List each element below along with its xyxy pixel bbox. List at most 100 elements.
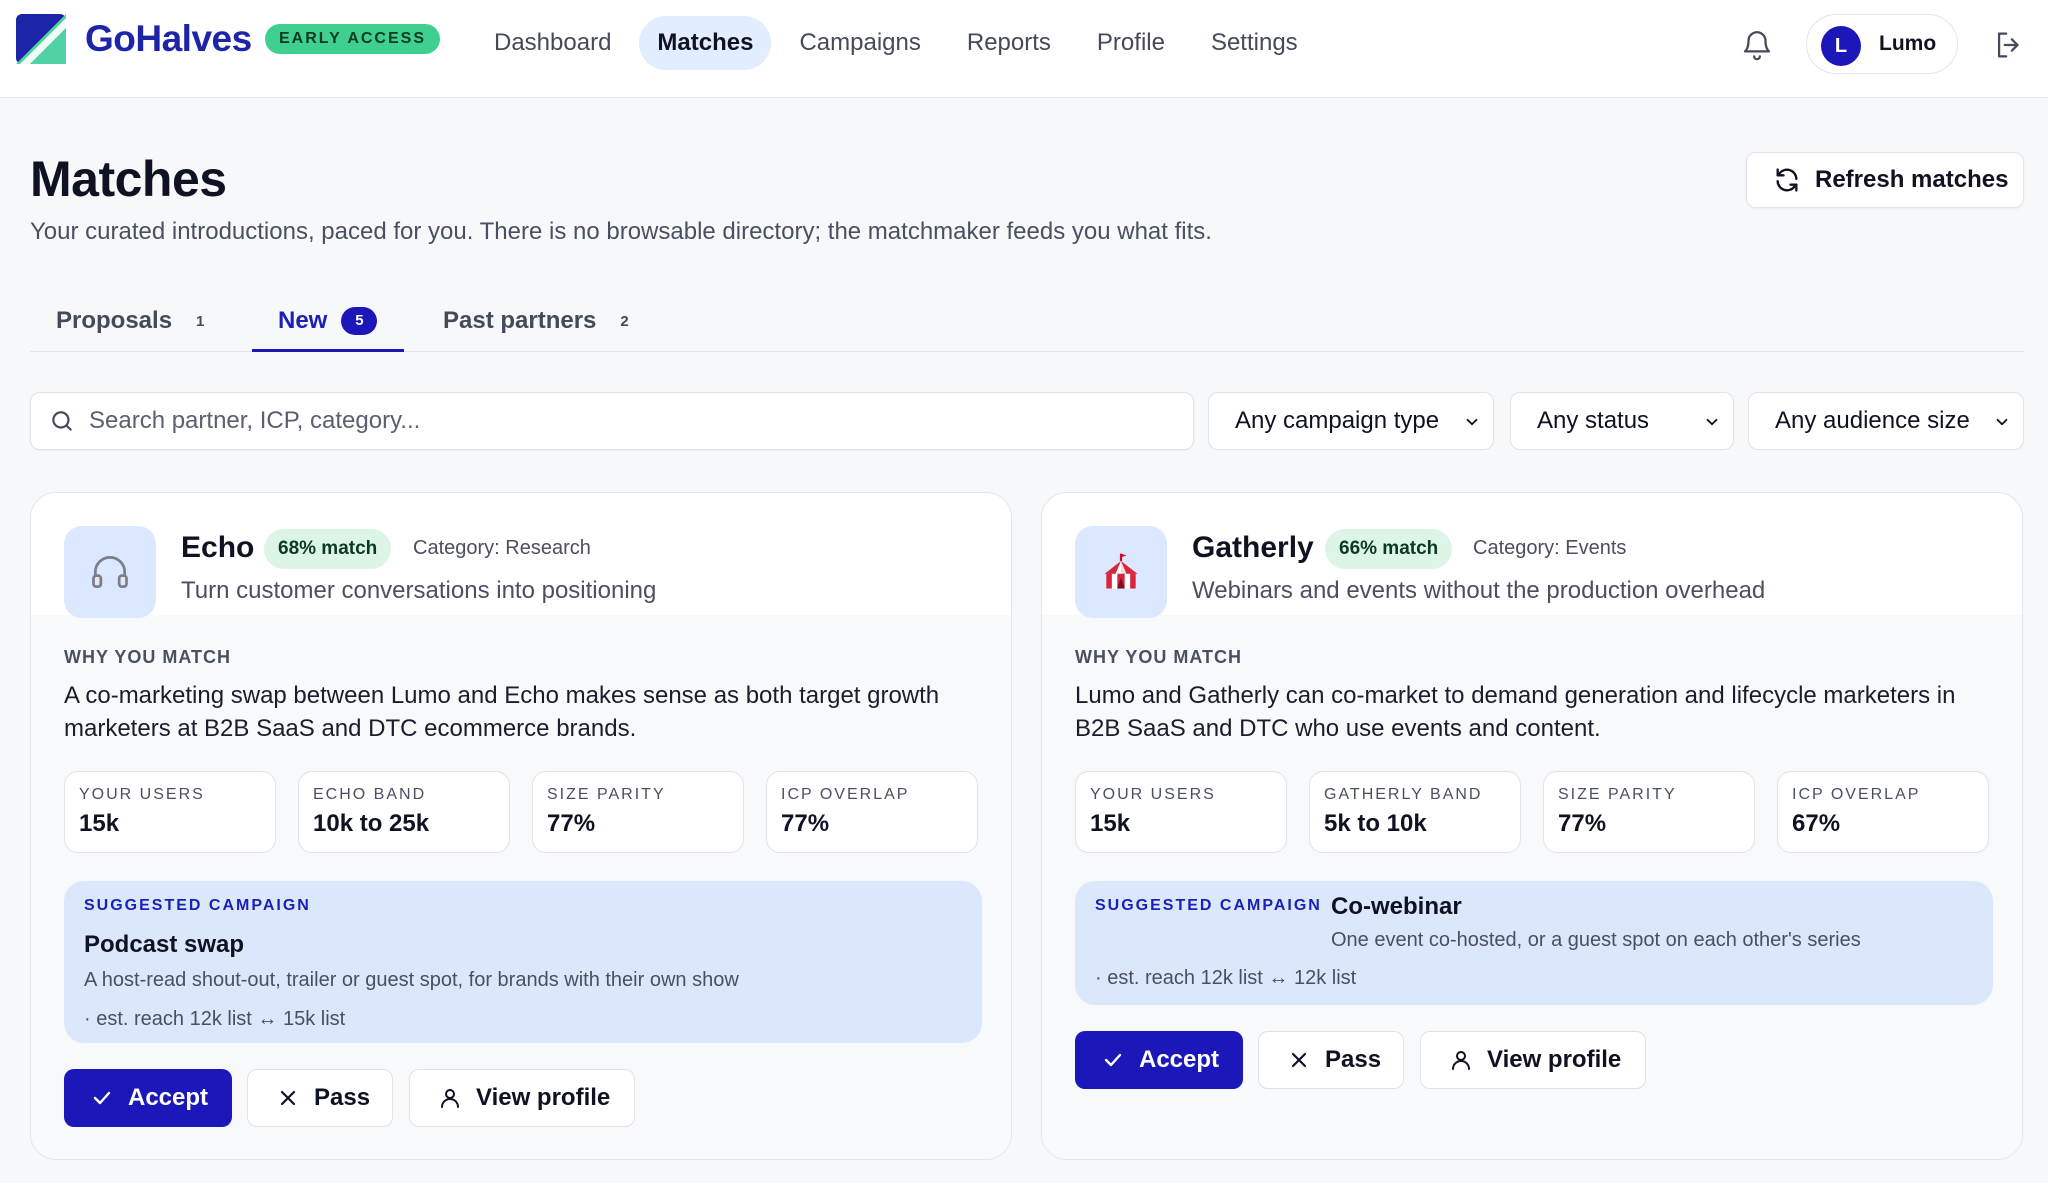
tab-past-partners[interactable]: Past partners 2 [443, 290, 629, 352]
why-text: A co-marketing swap between Lumo and Ech… [64, 682, 940, 742]
tab-count: 5 [341, 307, 378, 335]
chevron-down-icon [1466, 418, 1478, 426]
pass-button[interactable]: Pass [1258, 1031, 1404, 1089]
match-card-echo: Echo 68% match Category: Research Turn c… [30, 492, 1012, 1160]
nav-dashboard[interactable]: Dashboard [476, 16, 629, 70]
partner-category: Category: Research [413, 537, 591, 559]
x-icon [280, 1090, 296, 1106]
stat-your-users: YOUR USERS 15k [64, 771, 276, 853]
stat-value: 77% [781, 810, 830, 837]
suggested-campaign: SUGGESTED CAMPAIGN Podcast swap A host-r… [64, 881, 982, 1043]
stat-size-parity: SIZE PARITY 77% [532, 771, 744, 853]
main-nav: Dashboard Matches Campaigns Reports Prof… [476, 16, 1326, 70]
pass-label: Pass [314, 1084, 371, 1111]
pass-button[interactable]: Pass [247, 1069, 393, 1127]
stat-your-users: YOUR USERS 15k [1075, 771, 1287, 853]
brand-name[interactable]: GoHalves [85, 18, 252, 60]
suggested-campaign-title: Co-webinar [1331, 893, 1462, 920]
nav-settings[interactable]: Settings [1193, 16, 1316, 70]
accept-label: Accept [1139, 1046, 1220, 1073]
suggested-campaign-title: Podcast swap [84, 931, 245, 958]
suggested-campaign-description: A host-read shout-out, trailer or guest … [84, 969, 739, 991]
search-icon [52, 411, 72, 431]
audience-size-value: Any audience size [1775, 407, 1970, 434]
stat-label: YOUR USERS [79, 786, 205, 803]
circus-tent-icon [1075, 526, 1167, 618]
match-score-badge: 66% match [1325, 529, 1453, 569]
match-score-badge: 68% match [264, 529, 392, 569]
headphones-icon [64, 526, 156, 618]
stat-label: GATHERLY BAND [1324, 786, 1483, 803]
nav-profile[interactable]: Profile [1079, 16, 1183, 70]
logout-icon[interactable] [1992, 28, 2026, 62]
suggested-campaign-reach: · est. reach 12k list ↔ 12k list [1095, 967, 1357, 989]
tab-proposals[interactable]: Proposals 1 [56, 290, 204, 352]
nav-matches[interactable]: Matches [639, 16, 772, 70]
stat-value: 77% [1558, 810, 1607, 837]
partner-name[interactable]: Echo [181, 531, 254, 565]
search-input[interactable] [89, 407, 1169, 435]
stat-partner-band: GATHERLY BAND 5k to 10k [1309, 771, 1521, 853]
view-profile-button[interactable]: View profile [1420, 1031, 1646, 1089]
early-access-badge: EARLY ACCESS [265, 24, 440, 54]
suggested-campaign-label: SUGGESTED CAMPAIGN [1095, 897, 1322, 914]
why-label: WHY YOU MATCH [64, 647, 232, 667]
top-bar: GoHalves EARLY ACCESS Dashboard Matches … [0, 0, 2048, 98]
page-title: Matches [30, 151, 227, 207]
partner-tagline: Webinars and events without the producti… [1192, 577, 1766, 604]
view-profile-label: View profile [1487, 1046, 1622, 1073]
accept-label: Accept [128, 1084, 209, 1111]
status-select[interactable]: Any status [1510, 392, 1734, 450]
status-value: Any status [1537, 407, 1650, 434]
match-tabs: Proposals 1 New 5 Past partners 2 [30, 290, 2024, 352]
refresh-label: Refresh matches [1815, 166, 2009, 193]
tab-new[interactable]: New 5 [278, 290, 378, 352]
match-card-gatherly: Gatherly 66% match Category: Events Webi… [1041, 492, 2023, 1160]
stat-label: SIZE PARITY [1558, 786, 1677, 803]
suggested-campaign-reach: · est. reach 12k list ↔ 15k list [84, 1008, 346, 1030]
stat-value: 10k to 25k [313, 810, 430, 837]
stat-value: 15k [79, 810, 120, 837]
suggested-campaign-description: One event co-hosted, or a guest spot on … [1331, 929, 1861, 951]
why-label: WHY YOU MATCH [1075, 647, 1243, 667]
accept-button[interactable]: Accept [1075, 1031, 1243, 1089]
suggested-campaign: SUGGESTED CAMPAIGN Co-webinar One event … [1075, 881, 1993, 1005]
chevron-down-icon [1706, 418, 1718, 426]
refresh-matches-button[interactable]: Refresh matches [1746, 152, 2024, 208]
user-icon [1452, 1051, 1470, 1070]
check-icon [1104, 1053, 1122, 1067]
audience-size-select[interactable]: Any audience size [1748, 392, 2024, 450]
page-subtitle: Your curated introductions, paced for yo… [30, 218, 1212, 245]
user-menu[interactable]: L Lumo [1806, 14, 1958, 74]
stat-label: ICP OVERLAP [1792, 786, 1921, 803]
stat-size-parity: SIZE PARITY 77% [1543, 771, 1755, 853]
check-icon [93, 1091, 111, 1105]
partner-tagline: Turn customer conversations into positio… [181, 577, 657, 604]
user-name: Lumo [1879, 32, 1937, 55]
bell-icon[interactable] [1740, 28, 1774, 62]
view-profile-button[interactable]: View profile [409, 1069, 635, 1127]
tab-label: Proposals [56, 307, 173, 334]
tab-label: New [278, 307, 328, 334]
campaign-type-value: Any campaign type [1235, 407, 1440, 434]
chevron-down-icon [1996, 418, 2008, 426]
campaign-type-select[interactable]: Any campaign type [1208, 392, 1494, 450]
stat-label: ECHO BAND [313, 786, 427, 803]
user-icon [441, 1089, 459, 1108]
x-icon [1291, 1052, 1307, 1068]
suggested-campaign-label: SUGGESTED CAMPAIGN [84, 897, 311, 914]
stat-value: 67% [1792, 810, 1841, 837]
logo-mark-icon[interactable] [16, 14, 66, 64]
avatar: L [1821, 26, 1861, 66]
accept-button[interactable]: Accept [64, 1069, 232, 1127]
stat-label: YOUR USERS [1090, 786, 1216, 803]
pass-label: Pass [1325, 1046, 1382, 1073]
active-tab-indicator [252, 349, 404, 352]
nav-campaigns[interactable]: Campaigns [781, 16, 938, 70]
partner-name[interactable]: Gatherly [1192, 531, 1314, 565]
nav-reports[interactable]: Reports [949, 16, 1069, 70]
tab-label: Past partners [443, 307, 597, 334]
partner-category: Category: Events [1473, 537, 1627, 559]
stat-partner-band: ECHO BAND 10k to 25k [298, 771, 510, 853]
stat-value: 77% [547, 810, 596, 837]
